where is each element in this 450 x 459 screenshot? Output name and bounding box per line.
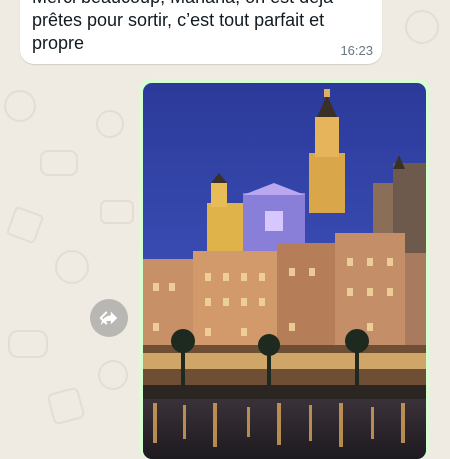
message-timestamp: 16:23	[340, 43, 373, 58]
forward-arrow-icon	[99, 311, 118, 326]
forward-button[interactable]	[90, 299, 128, 337]
incoming-message-text: Merci beaucoup, Mariana, on est déjà prê…	[32, 0, 333, 53]
incoming-message-bubble[interactable]: Merci beaucoup, Mariana, on est déjà prê…	[20, 0, 382, 64]
outgoing-image-bubble[interactable]	[139, 79, 430, 459]
shared-photo[interactable]	[143, 83, 426, 459]
